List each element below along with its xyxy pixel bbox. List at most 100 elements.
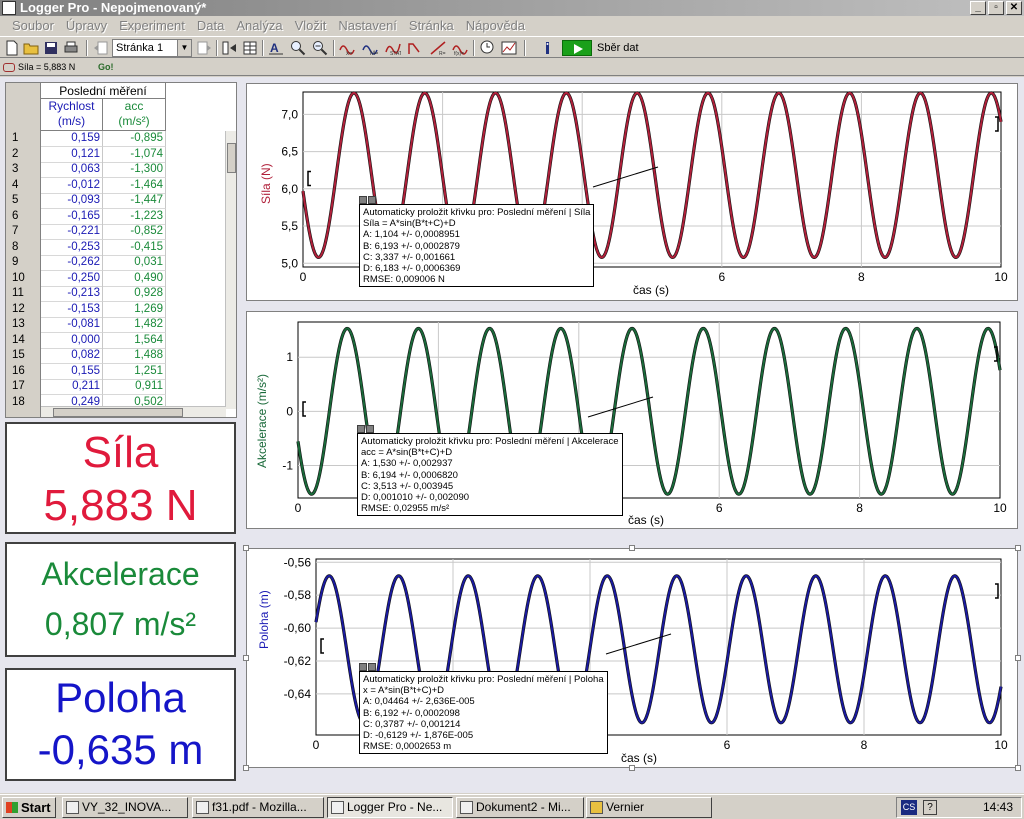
menu-nastaveni[interactable]: Nastavení: [332, 16, 403, 35]
menu-experiment[interactable]: Experiment: [113, 16, 191, 35]
cell-acc[interactable]: -0,895: [103, 131, 166, 147]
close-button[interactable]: ✕: [1006, 1, 1022, 15]
resize-handle[interactable]: [629, 765, 635, 771]
cell-acc[interactable]: 0,031: [103, 255, 166, 271]
close-icon[interactable]: [359, 663, 367, 671]
close-icon[interactable]: [359, 196, 367, 204]
table-row[interactable]: 15 0,082 1,488: [6, 348, 226, 364]
page-back-icon[interactable]: [93, 40, 109, 56]
graph-force[interactable]: 02468105,05,56,06,57,0 Síla (N) čas (s) …: [246, 83, 1018, 301]
new-file-icon[interactable]: [4, 40, 20, 56]
tangent-icon[interactable]: M=: [362, 40, 378, 56]
table-row[interactable]: 13 -0,081 1,482: [6, 317, 226, 333]
table-row[interactable]: 5 -0,093 -1,447: [6, 193, 226, 209]
cell-velocity[interactable]: -0,165: [41, 208, 103, 225]
collect-button[interactable]: Sběr dat: [562, 39, 642, 57]
table-row[interactable]: 10 -0,250 0,490: [6, 270, 226, 287]
open-folder-icon[interactable]: [23, 40, 39, 56]
close-icon[interactable]: [357, 425, 365, 433]
meter-position[interactable]: Poloha -0,635 m: [5, 668, 236, 781]
cell-acc[interactable]: -1,223: [103, 208, 166, 225]
table-row[interactable]: 11 -0,213 0,928: [6, 286, 226, 302]
scroll-thumb[interactable]: [53, 408, 183, 417]
zoom-in-icon[interactable]: [290, 40, 306, 56]
cell-velocity[interactable]: -0,093: [41, 193, 103, 209]
cell-acc[interactable]: 1,269: [103, 301, 166, 318]
menu-napoveda[interactable]: Nápověda: [460, 16, 531, 35]
clock-icon[interactable]: [479, 40, 495, 56]
restore-button[interactable]: ▫: [988, 1, 1004, 15]
minimize-button[interactable]: _: [970, 1, 986, 15]
cell-acc[interactable]: 0,911: [103, 379, 166, 395]
scroll-thumb[interactable]: [227, 143, 236, 173]
cell-acc[interactable]: -1,074: [103, 146, 166, 163]
vertical-scrollbar[interactable]: [225, 131, 236, 409]
table-row[interactable]: 3 0,063 -1,300: [6, 162, 226, 178]
chevron-down-icon[interactable]: ▼: [177, 40, 191, 56]
cell-velocity[interactable]: -0,012: [41, 177, 103, 194]
options-icon[interactable]: [366, 425, 374, 433]
cell-velocity[interactable]: -0,262: [41, 255, 103, 271]
taskbar-item-vernier[interactable]: Vernier: [586, 797, 712, 818]
save-icon[interactable]: [43, 40, 59, 56]
meter-acceleration[interactable]: Akcelerace 0,807 m/s²: [5, 542, 236, 657]
linear-fit-icon[interactable]: R=: [430, 40, 446, 56]
menu-upravy[interactable]: Úpravy: [60, 16, 113, 35]
resize-handle[interactable]: [1015, 655, 1021, 661]
curve-fit-box[interactable]: Automaticky proložit křivku pro: Posledn…: [359, 196, 595, 288]
start-button[interactable]: Start: [2, 797, 56, 818]
examine-icon[interactable]: x=: [339, 40, 355, 56]
autoscale-icon[interactable]: A: [268, 40, 284, 56]
resize-handle[interactable]: [1015, 765, 1021, 771]
cell-velocity[interactable]: -0,221: [41, 224, 103, 240]
table-row[interactable]: 12 -0,153 1,269: [6, 301, 226, 318]
data-table[interactable]: Poslední měření Rychlost (m/s) acc (m/s²…: [5, 82, 237, 418]
table-icon[interactable]: [242, 40, 258, 56]
cell-acc[interactable]: -0,852: [103, 224, 166, 240]
resize-handle[interactable]: [243, 655, 249, 661]
menu-stranka[interactable]: Stránka: [403, 16, 460, 35]
options-icon[interactable]: [368, 663, 376, 671]
cell-acc[interactable]: -1,300: [103, 162, 166, 178]
cell-acc[interactable]: 0,928: [103, 286, 166, 302]
language-indicator[interactable]: CS: [901, 800, 917, 815]
column-header-acc[interactable]: acc (m/s²): [103, 99, 166, 131]
graph-acceleration[interactable]: 0246810-101 Akcelerace (m/s²) čas (s) Au…: [246, 311, 1018, 529]
menu-data[interactable]: Data: [191, 16, 230, 35]
horizontal-scrollbar[interactable]: [41, 406, 226, 417]
help-icon[interactable]: ?: [923, 800, 937, 815]
print-icon[interactable]: [63, 40, 79, 56]
cell-velocity[interactable]: 0,121: [41, 146, 103, 163]
table-row[interactable]: 7 -0,221 -0,852: [6, 224, 226, 240]
menu-soubor[interactable]: Soubor: [6, 16, 60, 35]
page-selector[interactable]: Stránka 1 ▼: [112, 39, 192, 57]
cell-velocity[interactable]: -0,213: [41, 286, 103, 302]
curve-fit-box[interactable]: Automaticky proložit křivku pro: Posledn…: [359, 663, 608, 755]
cell-acc[interactable]: -1,464: [103, 177, 166, 194]
options-icon[interactable]: [368, 196, 376, 204]
table-row[interactable]: 8 -0,253 -0,415: [6, 239, 226, 256]
page-forward-icon[interactable]: [196, 40, 212, 56]
statistics-icon[interactable]: STAT: [385, 40, 401, 56]
meter-force[interactable]: Síla 5,883 N: [5, 422, 236, 534]
menu-analyza[interactable]: Analýza: [230, 16, 288, 35]
cell-velocity[interactable]: 0,082: [41, 348, 103, 364]
taskbar-item-document2[interactable]: Dokument2 - Mi...: [456, 797, 584, 818]
cell-velocity[interactable]: -0,081: [41, 317, 103, 333]
cell-acc[interactable]: 1,488: [103, 348, 166, 364]
graph-position[interactable]: 0246810-0,56-0,58-0,60-0,62-0,64 Poloha …: [243, 545, 1021, 771]
cell-velocity[interactable]: 0,159: [41, 131, 103, 147]
curve-fit-box[interactable]: Automaticky proložit křivku pro: Posledn…: [357, 425, 623, 517]
cell-velocity[interactable]: 0,063: [41, 162, 103, 178]
cell-acc[interactable]: -1,447: [103, 193, 166, 209]
table-row[interactable]: 9 -0,262 0,031: [6, 255, 226, 271]
taskbar-item-word-doc[interactable]: VY_32_INOVA...: [62, 797, 188, 818]
cell-acc[interactable]: 1,482: [103, 317, 166, 333]
integral-icon[interactable]: [407, 40, 423, 56]
resize-handle[interactable]: [243, 765, 249, 771]
curve-fit-icon[interactable]: f(x)=: [452, 40, 468, 56]
menu-vlozit[interactable]: Vložit: [289, 16, 333, 35]
cell-velocity[interactable]: 0,000: [41, 332, 103, 349]
zoom-out-icon[interactable]: [312, 40, 328, 56]
cell-velocity[interactable]: 0,211: [41, 379, 103, 395]
